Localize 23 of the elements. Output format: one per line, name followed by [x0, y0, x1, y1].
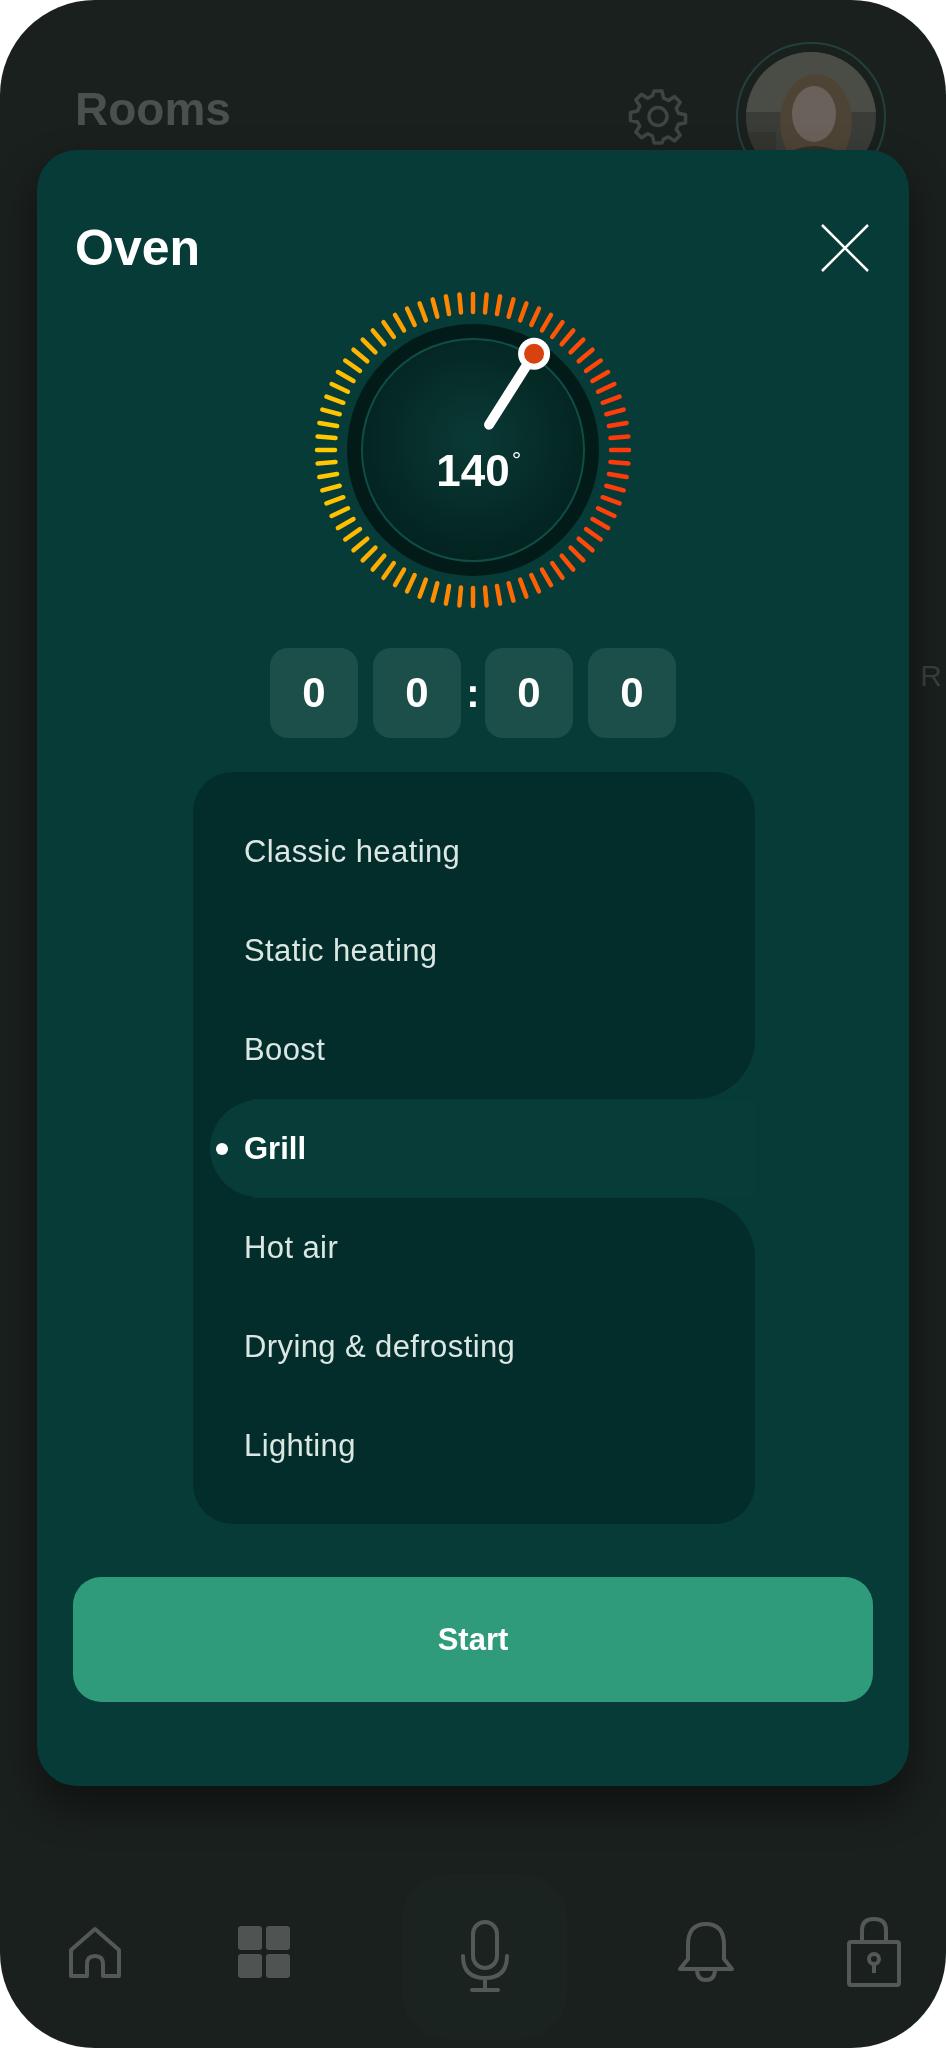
dialog-title: Oven	[75, 220, 201, 276]
mode-option[interactable]: Lighting	[193, 1396, 755, 1524]
settings-icon[interactable]	[628, 87, 688, 147]
mode-option[interactable]: Classic heating	[193, 772, 755, 901]
mode-option[interactable]: Hot air	[193, 1198, 755, 1297]
mode-option[interactable]: Static heating	[193, 901, 755, 1000]
timer-digit[interactable]: 0	[373, 648, 461, 738]
dial-handle[interactable]	[484, 337, 551, 430]
close-icon[interactable]	[820, 223, 870, 273]
mode-option[interactable]: Boost	[193, 1000, 755, 1099]
selected-dot	[216, 1142, 228, 1155]
mode-option[interactable]: Drying & defrosting	[193, 1297, 755, 1396]
temperature-value: 140	[436, 446, 510, 495]
lock-icon[interactable]	[846, 1915, 902, 1988]
timer-digit[interactable]: 0	[270, 648, 358, 738]
timer-digit[interactable]: 0	[588, 648, 676, 738]
timer-digit[interactable]: 0	[485, 648, 573, 738]
mode-label: Grill	[244, 1130, 306, 1167]
degree-unit: °	[511, 448, 522, 472]
bell-icon[interactable]	[677, 1920, 734, 1983]
time-separator: :	[465, 669, 481, 717]
grid-icon[interactable]	[237, 1925, 290, 1978]
microphone-icon	[459, 1919, 510, 1994]
